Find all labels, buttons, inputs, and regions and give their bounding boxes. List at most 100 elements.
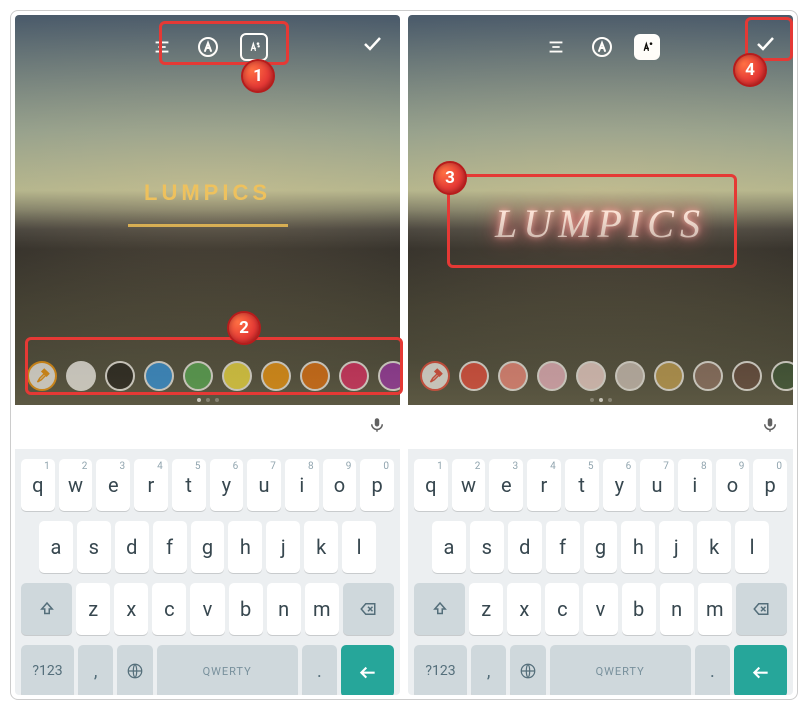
color-swatch[interactable] — [144, 361, 174, 391]
key-m[interactable]: m — [698, 583, 732, 635]
enter-key[interactable] — [734, 645, 787, 695]
key-q[interactable]: q1 — [414, 459, 448, 511]
key-q[interactable]: q1 — [21, 459, 55, 511]
key-b[interactable]: b — [229, 583, 263, 635]
text-effect-icon[interactable] — [634, 34, 660, 60]
key-f[interactable]: f — [546, 521, 580, 573]
key-l[interactable]: l — [342, 521, 376, 573]
key-o[interactable]: o9 — [323, 459, 357, 511]
text-effect-icon[interactable] — [240, 33, 268, 61]
key-a[interactable]: a — [39, 521, 73, 573]
key-i[interactable]: i8 — [285, 459, 319, 511]
mic-icon[interactable] — [761, 416, 779, 438]
globe-icon[interactable] — [510, 645, 545, 695]
symbols-key[interactable]: ?123 — [21, 645, 74, 695]
confirm-button[interactable] — [358, 29, 386, 57]
key-y[interactable]: y6 — [210, 459, 244, 511]
backspace-key[interactable] — [343, 583, 394, 635]
key-h[interactable]: h — [228, 521, 262, 573]
align-icon[interactable] — [148, 33, 176, 61]
key-a[interactable]: a — [432, 521, 466, 573]
color-swatch[interactable] — [261, 361, 291, 391]
key-u[interactable]: u7 — [247, 459, 281, 511]
key-d[interactable]: d — [508, 521, 542, 573]
story-canvas[interactable]: LUMPICS — [15, 15, 400, 405]
comma-key[interactable]: , — [78, 645, 113, 695]
key-g[interactable]: g — [584, 521, 618, 573]
color-swatch[interactable] — [498, 361, 528, 391]
symbols-key[interactable]: ?123 — [414, 645, 467, 695]
key-o[interactable]: o9 — [716, 459, 750, 511]
key-z[interactable]: z — [76, 583, 110, 635]
key-k[interactable]: k — [304, 521, 338, 573]
color-swatch[interactable] — [459, 361, 489, 391]
spacebar[interactable]: QWERTY — [157, 645, 298, 695]
color-swatch[interactable] — [222, 361, 252, 391]
enter-key[interactable] — [341, 645, 394, 695]
key-m[interactable]: m — [305, 583, 339, 635]
align-icon[interactable] — [542, 33, 570, 61]
key-f[interactable]: f — [153, 521, 187, 573]
color-swatch[interactable] — [615, 361, 645, 391]
globe-icon[interactable] — [117, 645, 152, 695]
key-c[interactable]: c — [545, 583, 579, 635]
key-w[interactable]: w2 — [59, 459, 93, 511]
key-e[interactable]: e3 — [489, 459, 523, 511]
font-style-icon[interactable] — [588, 33, 616, 61]
key-z[interactable]: z — [469, 583, 503, 635]
shift-key[interactable] — [21, 583, 72, 635]
key-k[interactable]: k — [697, 521, 731, 573]
key-h[interactable]: h — [621, 521, 655, 573]
key-l[interactable]: l — [735, 521, 769, 573]
backspace-key[interactable] — [736, 583, 787, 635]
color-swatch[interactable] — [654, 361, 684, 391]
key-t[interactable]: t5 — [565, 459, 599, 511]
text-overlay[interactable]: LUMPICS — [495, 200, 706, 247]
period-key[interactable]: . — [695, 645, 730, 695]
key-x[interactable]: x — [114, 583, 148, 635]
key-u[interactable]: u7 — [640, 459, 674, 511]
key-r[interactable]: r4 — [527, 459, 561, 511]
color-swatch[interactable] — [183, 361, 213, 391]
font-style-icon[interactable] — [194, 33, 222, 61]
key-x[interactable]: x — [507, 583, 541, 635]
key-v[interactable]: v — [190, 583, 224, 635]
text-overlay[interactable]: LUMPICS — [128, 180, 288, 227]
key-c[interactable]: c — [152, 583, 186, 635]
key-n[interactable]: n — [660, 583, 694, 635]
key-e[interactable]: e3 — [96, 459, 130, 511]
color-swatch[interactable] — [576, 361, 606, 391]
key-p[interactable]: p0 — [360, 459, 394, 511]
mic-icon[interactable] — [368, 416, 386, 438]
key-s[interactable]: s — [77, 521, 111, 573]
key-b[interactable]: b — [622, 583, 656, 635]
color-swatch[interactable] — [378, 361, 400, 391]
color-swatch[interactable] — [300, 361, 330, 391]
key-i[interactable]: i8 — [678, 459, 712, 511]
key-j[interactable]: j — [266, 521, 300, 573]
color-swatch[interactable] — [537, 361, 567, 391]
key-j[interactable]: j — [659, 521, 693, 573]
color-swatch[interactable] — [66, 361, 96, 391]
key-t[interactable]: t5 — [172, 459, 206, 511]
comma-key[interactable]: , — [471, 645, 506, 695]
spacebar[interactable]: QWERTY — [550, 645, 691, 695]
key-y[interactable]: y6 — [603, 459, 637, 511]
key-n[interactable]: n — [267, 583, 301, 635]
color-swatch[interactable] — [105, 361, 135, 391]
color-swatch[interactable] — [732, 361, 762, 391]
eyedropper-icon[interactable] — [420, 361, 450, 391]
key-p[interactable]: p0 — [753, 459, 787, 511]
key-s[interactable]: s — [470, 521, 504, 573]
color-swatch[interactable] — [771, 361, 793, 391]
key-v[interactable]: v — [583, 583, 617, 635]
key-w[interactable]: w2 — [452, 459, 486, 511]
color-swatch[interactable] — [693, 361, 723, 391]
eyedropper-icon[interactable] — [27, 361, 57, 391]
period-key[interactable]: . — [302, 645, 337, 695]
key-g[interactable]: g — [191, 521, 225, 573]
confirm-button[interactable] — [751, 29, 779, 57]
key-d[interactable]: d — [115, 521, 149, 573]
shift-key[interactable] — [414, 583, 465, 635]
key-r[interactable]: r4 — [134, 459, 168, 511]
